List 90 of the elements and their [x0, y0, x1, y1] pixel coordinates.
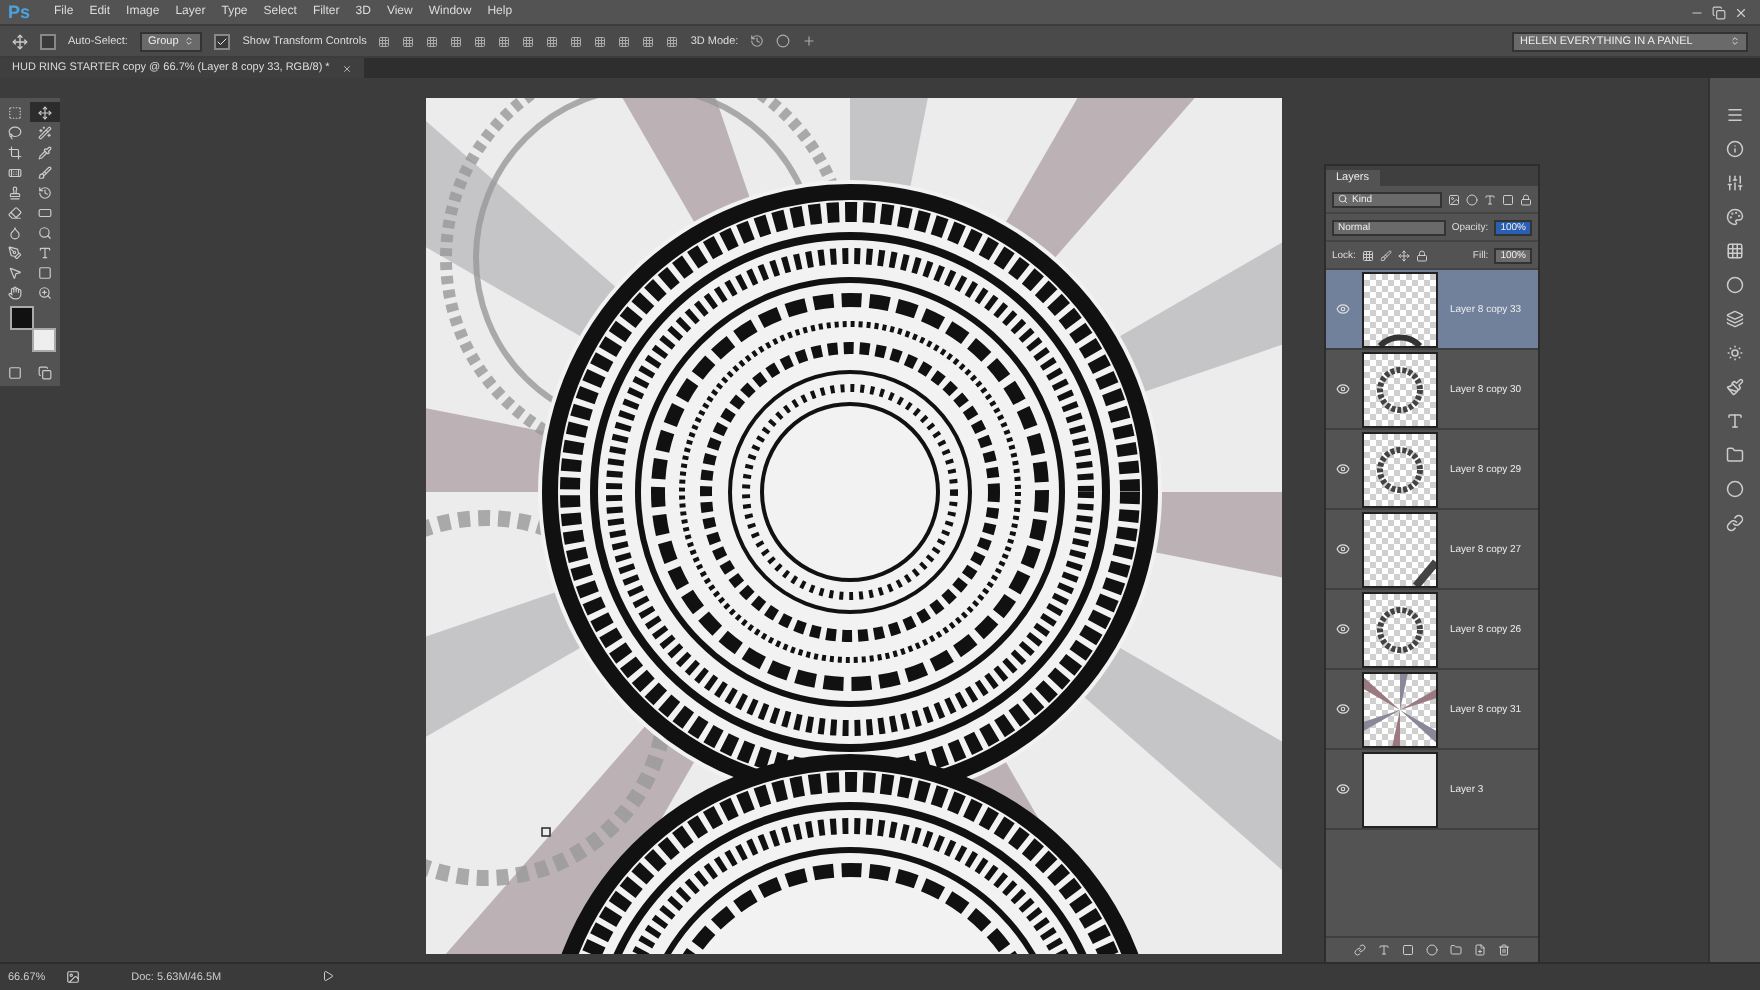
- align-icon[interactable]: [378, 35, 391, 47]
- arrow-icon[interactable]: [321, 969, 334, 981]
- layer-thumbnail: [1362, 431, 1438, 507]
- layer-thumbnail: [1362, 511, 1438, 587]
- link-icon[interactable]: [1354, 944, 1366, 956]
- droplet-icon: [8, 225, 22, 239]
- lock-icon[interactable]: [1379, 249, 1392, 261]
- foreground-swatch[interactable]: [10, 306, 34, 330]
- panel-icon[interactable]: [1726, 446, 1744, 464]
- align-icon[interactable]: [474, 35, 487, 47]
- align-icon[interactable]: [450, 35, 463, 47]
- lock-icon[interactable]: [1397, 249, 1410, 261]
- layer-thumbnail: [1362, 351, 1438, 427]
- tool-button[interactable]: [30, 102, 60, 122]
- panel-icon[interactable]: [1726, 514, 1744, 532]
- pointer-icon: [8, 265, 22, 279]
- panel-icon[interactable]: [1726, 480, 1744, 498]
- quick-mask-icon[interactable]: [8, 365, 22, 379]
- panel-icon[interactable]: [1726, 412, 1744, 430]
- panel-icon[interactable]: [1726, 106, 1744, 124]
- panel-icon[interactable]: [1726, 310, 1744, 328]
- layer-thumbnail: [1362, 271, 1438, 347]
- eye-icon[interactable]: [1335, 462, 1349, 476]
- folder-icon[interactable]: [1450, 944, 1462, 956]
- panel-icon[interactable]: [1726, 344, 1744, 362]
- stepper-icon: [1730, 36, 1740, 46]
- stamp-icon: [8, 185, 22, 199]
- pen-icon: [8, 245, 22, 259]
- layer-thumbnail: [1362, 751, 1438, 827]
- align-icon[interactable]: [546, 35, 559, 47]
- layer-thumbnail: [1362, 591, 1438, 667]
- eye-icon[interactable]: [1335, 702, 1349, 716]
- align-icon[interactable]: [618, 35, 631, 47]
- crop-icon: [8, 145, 22, 159]
- close-icon[interactable]: [1734, 5, 1748, 19]
- align-icon[interactable]: [594, 35, 607, 47]
- zoom-icon: [38, 285, 52, 299]
- search-icon: [1338, 194, 1348, 204]
- panel-icon[interactable]: [1726, 140, 1744, 158]
- adjustment-icon[interactable]: [1426, 944, 1438, 956]
- eraser-icon: [8, 205, 22, 219]
- lock-icon[interactable]: [1415, 249, 1428, 261]
- align-icon[interactable]: [522, 35, 535, 47]
- type-icon: [38, 245, 52, 259]
- move-icon: [38, 105, 52, 119]
- history-brush-icon: [38, 185, 52, 199]
- eye-icon[interactable]: [1335, 382, 1349, 396]
- trash-icon[interactable]: [1498, 944, 1510, 956]
- rectangle-icon: [38, 205, 52, 219]
- checkbox[interactable]: [214, 33, 231, 49]
- restore-icon[interactable]: [1712, 5, 1726, 19]
- stepper-icon: [184, 36, 195, 46]
- align-icon[interactable]: [570, 35, 583, 47]
- export-icon[interactable]: [65, 970, 80, 984]
- checkbox[interactable]: [40, 33, 56, 49]
- filter-icon[interactable]: [1448, 193, 1460, 205]
- align-icon[interactable]: [498, 35, 511, 47]
- eye-icon[interactable]: [1335, 542, 1349, 556]
- app-logo: Ps: [8, 2, 31, 22]
- panel-icon[interactable]: [1726, 276, 1744, 294]
- magnifier-icon: [38, 225, 52, 239]
- align-icon[interactable]: [426, 35, 439, 47]
- lasso-icon: [8, 125, 22, 139]
- align-icon[interactable]: [402, 35, 415, 47]
- bandage-icon: [8, 165, 22, 179]
- panel-icon[interactable]: [1726, 174, 1744, 192]
- hand-icon: [8, 285, 22, 299]
- mask-icon[interactable]: [1402, 944, 1414, 956]
- filter-icon[interactable]: [1484, 193, 1496, 205]
- panel-icon[interactable]: [1726, 208, 1744, 226]
- wand-icon: [38, 125, 52, 139]
- pipette-icon: [38, 145, 52, 159]
- panel-icon[interactable]: [1726, 242, 1744, 260]
- filter-icon[interactable]: [1520, 193, 1532, 205]
- screen-mode-icon[interactable]: [38, 365, 52, 379]
- eye-icon[interactable]: [1335, 622, 1349, 636]
- square-icon: [38, 265, 52, 279]
- brush-icon: [38, 165, 52, 179]
- move-tool-icon[interactable]: [12, 33, 28, 49]
- new-layer-icon[interactable]: [1474, 944, 1486, 956]
- panel-icon[interactable]: [1726, 378, 1744, 396]
- background-swatch[interactable]: [32, 328, 56, 352]
- align-icon[interactable]: [666, 35, 679, 47]
- align-icon[interactable]: [642, 35, 655, 47]
- eye-icon[interactable]: [1335, 302, 1349, 316]
- lock-icon[interactable]: [1361, 249, 1374, 261]
- eye-icon[interactable]: [1335, 782, 1349, 796]
- filter-icon[interactable]: [1466, 193, 1478, 205]
- layer-thumbnail: [1362, 671, 1438, 747]
- filter-icon[interactable]: [1502, 193, 1514, 205]
